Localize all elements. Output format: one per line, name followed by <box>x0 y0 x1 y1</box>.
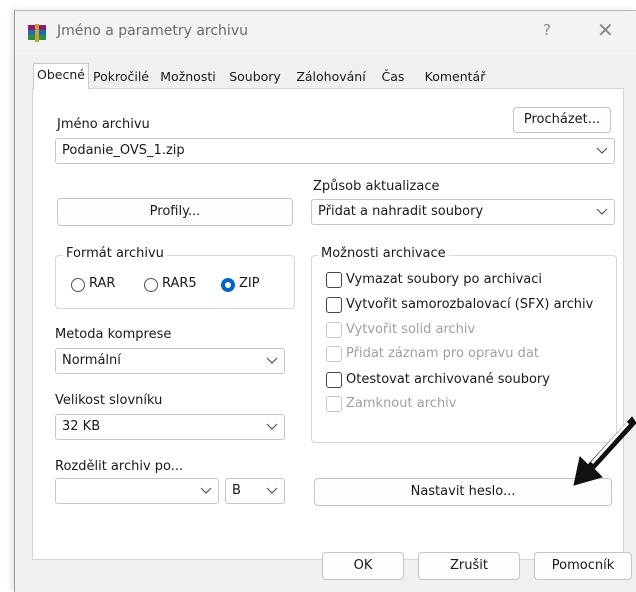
split-unit-select[interactable]: B <box>225 478 285 504</box>
ok-button[interactable]: OK <box>322 552 404 580</box>
help-button[interactable]: ? <box>543 21 551 39</box>
radio-rar5[interactable] <box>144 278 158 292</box>
tab-advanced[interactable]: Pokročilé <box>89 65 153 89</box>
checkbox-recovery <box>326 346 342 362</box>
tab-comment[interactable]: Komentář <box>411 65 499 89</box>
radio-rar5-label: RAR5 <box>162 276 197 291</box>
archive-format-label: Formát archivu <box>63 246 167 261</box>
chevron-down-icon <box>266 423 278 430</box>
winrar-icon <box>28 24 46 42</box>
chevron-down-icon <box>266 487 278 494</box>
chevron-down-icon <box>200 487 212 494</box>
split-unit-value: B <box>232 483 241 498</box>
window-title: Jméno a parametry archivu <box>57 23 248 39</box>
radio-rar[interactable] <box>71 278 85 292</box>
compression-value: Normální <box>62 353 121 368</box>
help-footer-button[interactable]: Pomocník <box>534 552 632 580</box>
checkbox-delete-after-label: Vymazat soubory po archivaci <box>346 272 543 287</box>
tab-backup[interactable]: Zálohování <box>287 65 375 89</box>
checkbox-sfx-label: Vytvořit samorozbalovací (SFX) archiv <box>346 297 594 312</box>
chevron-down-icon <box>596 147 608 154</box>
browse-button[interactable]: Procházet... <box>513 107 611 133</box>
checkbox-test[interactable] <box>326 372 342 388</box>
checkbox-test-label: Otestovat archivované soubory <box>346 372 550 387</box>
checkbox-solid <box>326 322 342 338</box>
archiving-options-label: Možnosti archivace <box>318 246 449 261</box>
annotation-arrow-icon <box>573 416 636 486</box>
update-mode-select[interactable]: Přidat a nahradit soubory <box>311 199 615 225</box>
checkbox-lock-label: Zamknout archiv <box>346 396 457 411</box>
checkbox-recovery-label: Přidat záznam pro opravu dat <box>346 346 539 361</box>
checkbox-solid-label: Vytvořit solid archiv <box>346 322 476 337</box>
tab-options[interactable]: Možnosti <box>153 65 223 89</box>
radio-rar-label: RAR <box>89 276 116 291</box>
title-bar: Jméno a parametry archivu ? ✕ <box>15 11 636 55</box>
radio-zip-label: ZIP <box>239 276 260 291</box>
split-size-input[interactable] <box>55 478 219 504</box>
chevron-down-icon <box>266 357 278 364</box>
archive-name-input[interactable]: Podanie_OVS_1.zip <box>55 138 615 164</box>
archive-dialog: Jméno a parametry archivu ? ✕ Obecné Pok… <box>14 10 636 592</box>
cancel-button[interactable]: Zrušit <box>418 552 520 580</box>
compression-select[interactable]: Normální <box>55 348 285 374</box>
dictionary-select[interactable]: 32 KB <box>55 414 285 440</box>
general-panel: Jméno archivu Procházet... Podanie_OVS_1… <box>32 88 624 560</box>
archive-name-label: Jméno archivu <box>57 117 150 132</box>
tab-files[interactable]: Soubory <box>223 65 287 89</box>
checkbox-delete-after[interactable] <box>326 272 342 288</box>
set-password-button[interactable]: Nastavit heslo... <box>314 478 612 506</box>
chevron-down-icon <box>596 208 608 215</box>
update-mode-value: Přidat a nahradit soubory <box>318 204 484 219</box>
profiles-button[interactable]: Profily... <box>57 198 293 226</box>
archive-name-value: Podanie_OVS_1.zip <box>62 143 185 158</box>
compression-label: Metoda komprese <box>55 327 172 342</box>
checkbox-sfx[interactable] <box>326 297 342 313</box>
radio-zip[interactable] <box>221 278 235 292</box>
checkbox-lock <box>326 396 342 412</box>
tab-time[interactable]: Čas <box>375 65 411 89</box>
tab-general[interactable]: Obecné <box>33 63 89 90</box>
update-mode-label: Způsob aktualizace <box>313 179 440 194</box>
dictionary-label: Velikost slovníku <box>55 393 163 408</box>
dictionary-value: 32 KB <box>62 419 101 434</box>
close-button[interactable]: ✕ <box>597 17 614 43</box>
split-label: Rozdělit archiv po... <box>55 459 184 474</box>
